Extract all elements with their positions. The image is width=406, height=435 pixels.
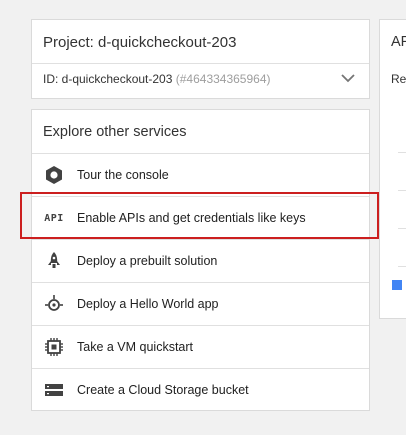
service-label: Create a Cloud Storage bucket [77, 383, 249, 397]
api-card-subtitle: Re [391, 72, 406, 86]
service-hello-world[interactable]: Deploy a Hello World app [32, 282, 369, 325]
hello-world-icon [43, 293, 65, 315]
service-label: Deploy a prebuilt solution [77, 254, 218, 268]
divider [398, 190, 406, 191]
divider [398, 266, 406, 267]
chip-icon [43, 336, 65, 358]
service-label: Take a VM quickstart [77, 340, 194, 354]
api-card-title: AP [391, 34, 406, 50]
checkbox[interactable] [392, 280, 402, 290]
service-deploy-prebuilt[interactable]: Deploy a prebuilt solution [32, 239, 369, 282]
project-id-row[interactable]: ID: d-quickcheckout-203 (#464334365964) [43, 72, 271, 86]
service-vm-quickstart[interactable]: Take a VM quickstart [32, 325, 369, 368]
highlight-box [20, 192, 379, 239]
project-title: Project: d-quickcheckout-203 [43, 34, 237, 51]
project-card: Project: d-quickcheckout-203 ID: d-quick… [31, 19, 370, 99]
project-number: (#464334365964) [175, 72, 271, 86]
service-label: Deploy a Hello World app [77, 297, 219, 311]
service-label: Tour the console [77, 168, 169, 182]
api-card-partial: AP Re [379, 19, 406, 319]
storage-icon [43, 379, 65, 401]
service-storage-bucket[interactable]: Create a Cloud Storage bucket [32, 368, 369, 411]
explore-heading: Explore other services [43, 124, 187, 140]
divider [398, 228, 406, 229]
service-tour-console[interactable]: Tour the console [32, 153, 369, 196]
divider [398, 152, 406, 153]
project-id-label: ID: d-quickcheckout-203 [43, 72, 173, 86]
divider [32, 63, 369, 64]
explore-card: Explore other services Tour the console … [31, 109, 370, 411]
rocket-icon [43, 250, 65, 272]
chevron-down-icon[interactable] [341, 73, 355, 83]
hexagon-icon [43, 164, 65, 186]
